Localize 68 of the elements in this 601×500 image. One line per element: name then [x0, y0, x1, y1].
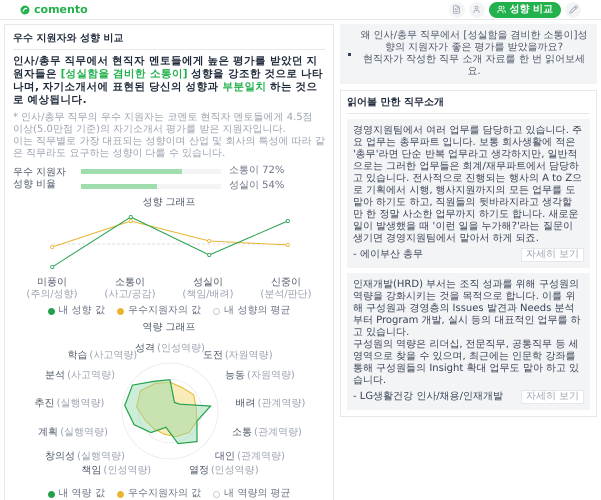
- document-icon: [452, 5, 462, 14]
- side-menu-button[interactable]: [448, 2, 465, 18]
- axis-label: 미풍이: [37, 277, 67, 289]
- axis-label: 대인: [215, 451, 236, 464]
- axis-label: 소통이: [115, 277, 145, 289]
- axis-sublabel: (실행역량): [56, 398, 104, 410]
- chart-title: 역량 그래프: [141, 322, 197, 334]
- people-icon: [496, 5, 506, 14]
- footnote: * 인사/총무 직무의 우수 지원자는 코멘토 현직자 멘토들에게 4.5점 이상(5.0만점 기준)의 자기소개서 평가를 받은 지원자입니다.: [13, 112, 314, 136]
- axis-sublabel: (사고역량): [89, 350, 138, 362]
- read-more-button[interactable]: 자세히 보기: [520, 390, 584, 404]
- chart-title: 성향 그래프: [141, 197, 197, 209]
- axis-label: 소통: [232, 426, 252, 439]
- read-more-button[interactable]: 자세히 보기: [520, 248, 584, 262]
- job-intro-text: 인재개발(HRD) 부서는 조직 성과를 위해 구성원의 역량을 강화시키는 것을 목적으로 합니다. 이를 위해 구성원과 경영층의 Issues 발견과 Needs 분석부터 Program 개발, 실시 등의 대표적인 업무를 하고 있습니다. 구성원의 역량은 리더십, 전문직무, 공통직무 등 세 영역으로 찾을 수 있으며, 최근에는 인문학 강좌를 통해 구성원들의 Insight 확대 업무도 맡아 하고 있습니다.: [353, 279, 582, 387]
- axis-label: 능동: [225, 370, 246, 382]
- axis-label: 도전: [202, 350, 223, 362]
- comparison-summary: 인사/총무 직무에서 현직자 멘토들에게 높은 평가를 받았던 지원자들은 [성실함을 겸비한 소통이] 성향을 강조한 것으로 나타나며, 자기소개서에 표현된 당신의 성향과 부분일치 하는 것으로 예상됩니다.: [13, 55, 324, 107]
- axis-sublabel: (실행역량): [77, 451, 125, 464]
- axis-label: 추진: [34, 398, 55, 410]
- footnote: 이는 직무별로 가장 대표되는 성향이며 산업 및 회사의 특성에 따라 같은 직무라도 요구하는 성향이 다를 수 있습니다.: [13, 136, 325, 160]
- pencil-icon: [568, 5, 578, 14]
- person-icon: [472, 5, 482, 14]
- axis-sublabel: (주의/성향): [26, 289, 78, 301]
- side-menu-button[interactable]: [468, 2, 485, 18]
- axis-label: 성격: [135, 343, 156, 354]
- job-intro-author: - LG생활건강 인사/채용/인재개발: [353, 391, 504, 403]
- logo-text: comento: [34, 4, 88, 16]
- axis-sublabel: (실행역량): [60, 426, 108, 439]
- banner-text: 현직자가 작성한 직무 소개 자료를 한 번 읽어보세요.: [362, 54, 586, 78]
- ratio-value: 소통이 72%: [229, 165, 284, 177]
- axis-label: 성실이: [193, 277, 223, 289]
- axis-label: 계획: [38, 426, 58, 439]
- axis-label: 책임: [81, 465, 102, 478]
- axis-sublabel: (관계역량): [237, 451, 285, 464]
- axis-sublabel: (인성역량): [157, 343, 205, 354]
- legend-label: 내 성향 값: [58, 305, 105, 317]
- logo-icon: [20, 4, 30, 14]
- side-menu-button[interactable]: [565, 2, 581, 18]
- legend-label: 우수지원자의 값: [128, 305, 202, 317]
- axis-sublabel: (분석/판단): [260, 289, 312, 301]
- axis-label: 학습: [67, 350, 88, 362]
- axis-label: 배려: [236, 398, 256, 410]
- axis-label: 신중이: [271, 277, 301, 289]
- axis-sublabel: (사고/공감): [104, 289, 156, 301]
- side-menu-button[interactable]: 성향 비교: [488, 2, 561, 18]
- legend-label: 우수지원자의 값: [128, 488, 202, 500]
- axis-sublabel: (사고역량): [67, 370, 115, 382]
- axis-sublabel: (책임/배려): [182, 289, 234, 301]
- ratio-label: 우수 지원자 성향 비율: [13, 166, 68, 190]
- axis-sublabel: (자원역량): [224, 350, 273, 362]
- legend-label: 내 성향의 평균: [224, 305, 290, 317]
- axis-sublabel: (관계역량): [258, 398, 306, 410]
- job-intro-author: - 에이부산 총무: [353, 249, 423, 261]
- ratio-value: 성실이 54%: [229, 180, 284, 192]
- axis-label: 분석: [45, 370, 66, 382]
- card-title: 우수 지원자와 성향 비교: [13, 33, 325, 50]
- banner-text: 왜 인사/총무 직무에서 [성실함을 겸비한 소통이]성향의 지원자가 좋은 평가를 받았을까요?: [359, 30, 589, 54]
- legend-label: 내 역량의 평균: [224, 488, 290, 500]
- job-intro-text: 경영지원팀에서 여러 업무를 담당하고 있습니다. 주요 업무는 총무파트 입니다. 보통 회사생활에 적은 '총무'라면 단순 반복 업무라고 생각하지만, 일반적으로는 그러한 업무들은 회계/재무파트에서 담당하고 있습니다. 전사적으로 진행되는 행사의 A to Z으로 기획에서 시행, 행사지원까지의 모든 업무를 도맡아 하기도 하고, 직원들의 뒷바라지라고 생각할 만 한 정말 사소한 업무까지 하기도 합니다. 새로운 일이 발생했을 때 '이런 일을 누가해?'라는 질문이 생기면 경영지원팀에서 맡아서 하게 되죠.: [353, 125, 584, 245]
- axis-label: 창의성: [45, 451, 76, 464]
- card-title: 읽어볼 만한 직무소개: [347, 97, 590, 114]
- axis-label: 열정: [188, 465, 209, 478]
- axis-sublabel: (관계역량): [254, 426, 302, 439]
- legend-label: 내 역량 값: [58, 488, 105, 500]
- axis-sublabel: (인성역량): [210, 465, 259, 478]
- axis-sublabel: (자원역량): [247, 370, 295, 382]
- axis-sublabel: (인성역량): [103, 465, 152, 478]
